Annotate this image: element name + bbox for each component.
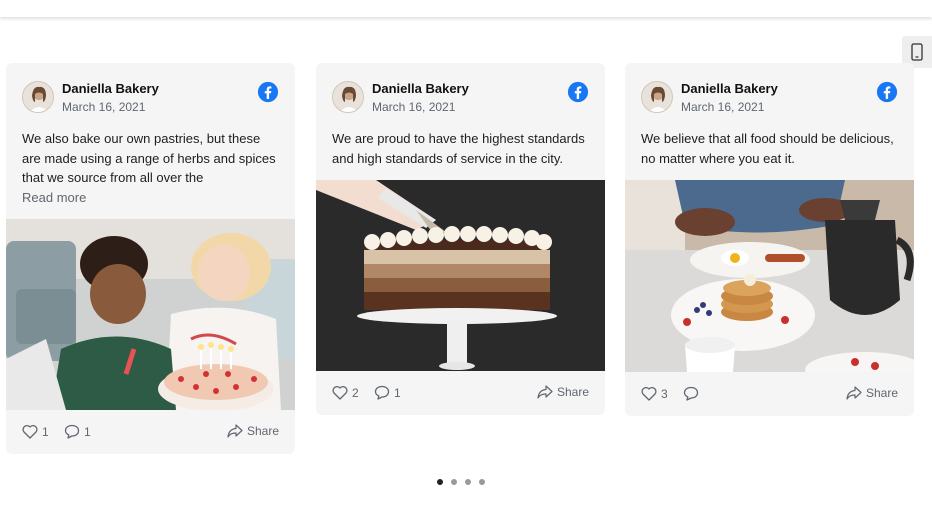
share-label: Share [865,386,898,400]
post-text: We are proud to have the highest standar… [332,131,585,166]
share-button[interactable]: Share [227,424,279,438]
share-icon [227,424,243,438]
facebook-icon[interactable] [257,81,279,103]
like-count: 2 [352,385,359,400]
author-name[interactable]: Daniella Bakery [681,81,778,96]
heart-icon [641,386,657,401]
heart-icon [22,424,38,439]
post-card[interactable]: Daniella Bakery March 16, 2021 We also b… [6,63,295,454]
comment-count: 1 [394,385,401,400]
share-label: Share [556,385,589,399]
comment-stat[interactable]: 1 [64,424,91,439]
carousel-dot-4[interactable] [479,479,485,485]
post-card[interactable]: Daniella Bakery March 16, 2021 We believ… [625,63,914,416]
carousel-pagination [437,479,485,485]
share-icon [537,385,553,399]
carousel-dot-1[interactable] [437,479,443,485]
heart-icon [332,385,348,400]
facebook-icon[interactable] [567,81,589,103]
comment-count: 1 [84,424,91,439]
share-icon [846,386,862,400]
carousel-dot-3[interactable] [465,479,471,485]
comment-icon [64,424,80,439]
like-stat[interactable]: 3 [641,386,668,401]
pancake-breakfast-photo[interactable] [625,180,914,372]
comment-icon [683,386,699,401]
like-stat[interactable]: 2 [332,385,359,400]
chocolate-ombre-cake-photo[interactable] [316,180,605,371]
read-more-link[interactable]: Read more [6,188,295,208]
like-count: 3 [661,386,668,401]
author-avatar [332,81,364,113]
comment-stat[interactable]: 1 [374,385,401,400]
post-date: March 16, 2021 [62,100,146,114]
author-name[interactable]: Daniella Bakery [372,81,469,96]
post-card[interactable]: Daniella Bakery March 16, 2021 We are pr… [316,63,605,415]
post-date: March 16, 2021 [681,100,765,114]
kids-with-birthday-cake-photo[interactable] [6,219,295,410]
author-name[interactable]: Daniella Bakery [62,81,159,96]
mobile-phone-icon [911,43,923,61]
like-stat[interactable]: 1 [22,424,49,439]
author-avatar [22,81,54,113]
author-avatar [641,81,673,113]
facebook-icon[interactable] [876,81,898,103]
like-count: 1 [42,424,49,439]
post-date: March 16, 2021 [372,100,456,114]
share-label: Share [246,424,279,438]
top-bar [0,0,932,17]
carousel-dot-2[interactable] [451,479,457,485]
share-button[interactable]: Share [537,385,589,399]
share-button[interactable]: Share [846,386,898,400]
comment-icon [374,385,390,400]
comment-stat[interactable] [683,386,703,401]
post-text: We also bake our own pastries, but these… [22,131,276,185]
post-text: We believe that all food should be delic… [641,131,894,166]
